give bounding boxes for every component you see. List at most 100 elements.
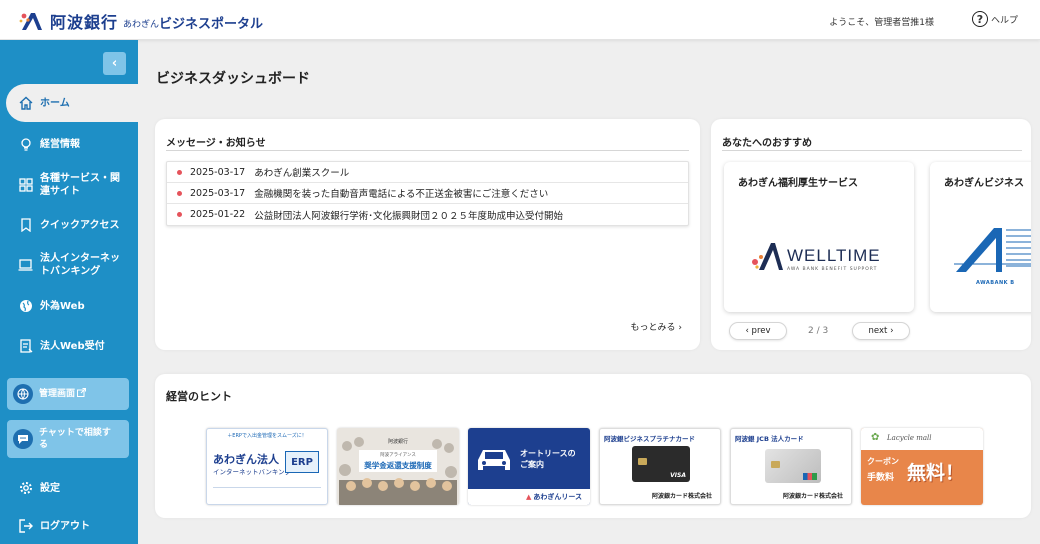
tip-banner-platinum-card[interactable]: 阿波銀ビジネスプラチナカード VISA 阿波銀カード株式会社 bbox=[599, 428, 721, 505]
sidebar-item-services[interactable]: 各種サービス・関連サイト bbox=[0, 171, 138, 199]
recommend-item-title: あわぎんビジネス bbox=[944, 178, 1024, 189]
sidebar-item-logout[interactable]: ログアウト bbox=[0, 518, 138, 534]
sidebar-item-label: 各種サービス・関連サイト bbox=[40, 173, 120, 197]
sidebar: ‹ ホーム 経営情報 各種サービス・関連サイト クイックアクセス 法人インターネ… bbox=[0, 40, 146, 544]
recommend-item-title: あわぎん福利厚生サービス bbox=[738, 178, 858, 189]
message-text: 公益財団法人阿波銀行学術･文化振興財団２０２５年度助成申込受付開始 bbox=[254, 210, 563, 222]
sidebar-item-forex-web[interactable]: 外為Web bbox=[0, 298, 138, 314]
recommend-divider bbox=[722, 150, 1022, 151]
message-text: 金融機関を装った自動音声電話による不正送金被害にご注意ください bbox=[254, 189, 549, 200]
gear-icon bbox=[18, 481, 33, 496]
messages-list: 2025-03-17 あわぎん創業スクール 2025-03-17 金融機関を装っ… bbox=[166, 161, 689, 226]
list-item[interactable]: 2025-03-17 金融機関を装った自動音声電話による不正送金被害にご注意くだ… bbox=[167, 183, 688, 204]
banner-footer-text: あわぎんリース bbox=[533, 493, 582, 501]
banner-title-line2: ご案内 bbox=[520, 460, 544, 469]
unread-dot-icon bbox=[177, 190, 182, 196]
bank-logo[interactable]: 阿波銀行 あわぎん ビジネスポータル bbox=[18, 9, 263, 33]
banner-title: 奨学金返還支援制度 bbox=[364, 461, 432, 470]
banner-footer: 阿波銀カード株式会社 bbox=[651, 493, 712, 500]
help-label: ヘルプ bbox=[990, 15, 1018, 26]
bookmark-icon bbox=[18, 218, 33, 233]
home-icon bbox=[18, 96, 33, 111]
banner-title: 阿波銀 JCB 法人カード bbox=[735, 435, 804, 443]
sidebar-item-internet-banking[interactable]: 法人インターネットバンキング bbox=[0, 251, 138, 279]
sidebar-item-label: チャットで相談する bbox=[39, 428, 111, 450]
logout-icon bbox=[18, 519, 33, 534]
tips-card: 経営のヒント ＋ERPで入出金管理をスムーズに！ あわぎん法人 インターネットバ… bbox=[155, 374, 1031, 518]
recommend-item-business[interactable]: あわぎんビジネス AWABANK B bbox=[930, 162, 1031, 312]
globe-icon bbox=[13, 384, 33, 404]
leaf-icon: ✿ bbox=[871, 432, 880, 443]
banner-caption: ＋ERPで入出金管理をスムーズに！ bbox=[227, 433, 307, 439]
next-button[interactable]: next › bbox=[852, 322, 910, 340]
unread-dot-icon bbox=[177, 169, 182, 175]
bank-name: 阿波銀行 bbox=[50, 13, 119, 32]
banner-title: あわぎん法人 bbox=[213, 453, 279, 466]
sidebar-item-settings[interactable]: 設定 bbox=[0, 480, 138, 496]
recommend-card: あなたへのおすすめ あわぎん福利厚生サービス WELLTIME AWA BANK… bbox=[711, 119, 1031, 350]
message-text: あわぎん創業スクール bbox=[254, 168, 350, 179]
chat-icon bbox=[13, 429, 33, 449]
banner-title: クーポン bbox=[867, 457, 899, 466]
sidebar-item-label: 設定 bbox=[40, 482, 60, 494]
welcome-message: ようこそ、管理者営推1様 bbox=[829, 18, 934, 28]
grid-icon bbox=[18, 178, 33, 193]
sidebar-collapse-button[interactable]: ‹ bbox=[103, 52, 126, 75]
awabank-logo-text: AWABANK B bbox=[976, 280, 1015, 286]
portal-name: ビジネスポータル bbox=[159, 16, 264, 32]
message-date: 2025-03-17 bbox=[190, 187, 246, 199]
platinum-card-image: VISA bbox=[632, 446, 690, 482]
tip-banner-jcb-card[interactable]: 阿波銀 JCB 法人カード 阿波銀カード株式会社 bbox=[730, 428, 852, 505]
welltime-logo-text: WELLTIME bbox=[787, 246, 881, 265]
sidebar-item-label: 管理画面 bbox=[39, 389, 76, 399]
awa-bank-mark-icon bbox=[18, 10, 48, 32]
chevron-left-icon: ‹ bbox=[111, 56, 118, 71]
list-item[interactable]: 2025-03-17 あわぎん創業スクール bbox=[167, 162, 688, 183]
jcb-card-image bbox=[765, 449, 821, 483]
banner-title-line2: 手数料 bbox=[867, 473, 895, 483]
recommend-item-welltime[interactable]: あわぎん福利厚生サービス WELLTIME AWA BANK BENEFIT S… bbox=[724, 162, 914, 312]
sidebar-item-chat-consult[interactable]: チャットで相談する bbox=[7, 420, 129, 458]
tip-banner-coupon[interactable]: Lacycle mall ✿ クーポン 手数料 無料！ bbox=[861, 428, 983, 505]
sidebar-item-web-reception[interactable]: 法人Web受付 bbox=[0, 338, 138, 354]
sidebar-item-home[interactable]: ホーム bbox=[6, 84, 146, 122]
messages-card: メッセージ・お知らせ 2025-03-17 あわぎん創業スクール 2025-03… bbox=[155, 119, 700, 350]
banner-subtitle: インターネットバンキング bbox=[213, 468, 292, 476]
banner-caption: 阿波銀行 bbox=[387, 439, 408, 445]
banner-title: オートリースの bbox=[520, 449, 576, 458]
sidebar-item-label: ホーム bbox=[40, 97, 70, 109]
sidebar-item-quick-access[interactable]: クイックアクセス bbox=[0, 217, 138, 233]
list-item[interactable]: 2025-01-22 公益財団法人阿波銀行学術･文化振興財団２０２５年度助成申込… bbox=[167, 204, 688, 225]
tip-banner-auto-lease[interactable]: オートリースの ご案内 ▲ あわぎんリース bbox=[468, 428, 590, 505]
messages-divider bbox=[166, 150, 689, 151]
help-link[interactable]: ? ヘルプ bbox=[971, 11, 1018, 27]
banner-badge: ERP bbox=[285, 451, 319, 473]
card-brand-label: VISA bbox=[670, 472, 686, 479]
car-icon bbox=[478, 450, 510, 470]
welltime-mark-icon bbox=[752, 243, 783, 270]
prev-button[interactable]: ‹ prev bbox=[729, 322, 787, 340]
tips-title: 経営のヒント bbox=[166, 390, 232, 403]
page-title: ビジネスダッシュボード bbox=[156, 71, 310, 87]
banner-footer: 阿波銀カード株式会社 bbox=[782, 493, 843, 500]
sidebar-item-admin-screen[interactable]: 管理画面 bbox=[7, 378, 129, 410]
more-messages-link[interactable]: もっとみる › bbox=[631, 320, 682, 333]
banner-footer: ▲ あわぎんリース bbox=[468, 489, 590, 505]
laptop-icon bbox=[18, 258, 33, 273]
awa-lease-mark-icon: ▲ bbox=[525, 493, 532, 501]
page-indicator: 2 / 3 bbox=[808, 326, 829, 336]
banner-subtitle: 阿波アライアンス bbox=[380, 453, 416, 458]
globe-icon bbox=[18, 299, 33, 314]
sidebar-item-label: クイックアクセス bbox=[40, 219, 120, 231]
recommend-title: あなたへのおすすめ bbox=[722, 138, 812, 149]
banner-caption: Lacycle mall bbox=[887, 434, 932, 442]
sidebar-item-label: 法人Web受付 bbox=[40, 340, 105, 352]
banner-title: 阿波銀ビジネスプラチナカード bbox=[604, 435, 695, 443]
tip-banner-erp[interactable]: ＋ERPで入出金管理をスムーズに！ あわぎん法人 インターネットバンキング ER… bbox=[206, 428, 328, 505]
sidebar-item-management-info[interactable]: 経営情報 bbox=[0, 136, 138, 152]
lightbulb-icon bbox=[18, 137, 33, 152]
banner-highlight: 無料！ bbox=[907, 462, 965, 484]
portal-prefix: あわぎん bbox=[123, 20, 160, 30]
tip-banner-scholarship[interactable]: 阿波銀行 阿波アライアンス 奨学金返還支援制度 bbox=[337, 428, 459, 505]
awabank-business-logo-icon bbox=[954, 228, 1031, 272]
